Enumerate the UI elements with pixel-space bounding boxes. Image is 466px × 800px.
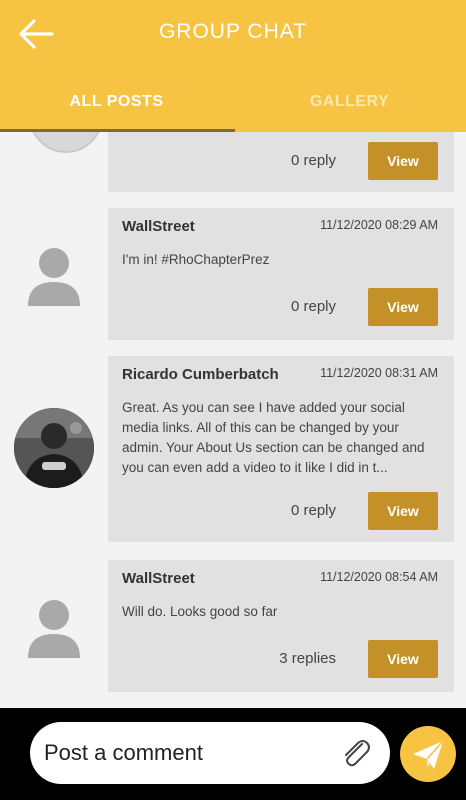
post-author: WallStreet <box>122 218 195 235</box>
post-card: WallStreet 11/12/2020 08:29 AM I'm in! #… <box>108 208 454 340</box>
post-timestamp: 11/12/2020 08:31 AM <box>320 366 438 380</box>
reply-count[interactable]: 0 reply <box>291 298 336 315</box>
comment-input[interactable] <box>44 734 334 772</box>
view-button[interactable]: View <box>368 492 438 530</box>
reply-count[interactable]: 0 reply <box>291 152 336 169</box>
tab-all-posts[interactable]: ALL POSTS <box>0 82 233 132</box>
post-text: I'm in! #RhoChapterPrez <box>122 252 270 267</box>
app-header: GROUP CHAT ALL POSTS GALLERY <box>0 0 466 132</box>
post-timestamp: 11/12/2020 08:54 AM <box>320 570 438 584</box>
post-card: WallStreet 11/12/2020 08:54 AM Will do. … <box>108 560 454 692</box>
comment-bar <box>0 708 466 800</box>
post-author: WallStreet <box>122 570 195 587</box>
paperclip-icon[interactable] <box>340 736 372 770</box>
tab-gallery[interactable]: GALLERY <box>233 82 466 132</box>
post-text: Will do. Looks good so far <box>122 604 278 619</box>
view-button[interactable]: View <box>368 640 438 678</box>
send-button[interactable] <box>400 726 456 782</box>
avatar <box>14 408 94 488</box>
page-title: GROUP CHAT <box>158 20 308 43</box>
view-button[interactable]: View <box>368 288 438 326</box>
post-card: Ricardo Cumberbatch 11/12/2020 08:31 AM … <box>108 356 454 542</box>
view-button[interactable]: View <box>368 142 438 180</box>
reply-count[interactable]: 3 replies <box>279 650 336 667</box>
avatar <box>26 132 106 156</box>
user-silhouette-icon <box>26 596 106 676</box>
post-author: Ricardo Cumberbatch <box>122 366 279 383</box>
post-text: Great. As you can see I have added your … <box>122 400 425 475</box>
reply-count[interactable]: 0 reply <box>291 502 336 519</box>
tab-bar: ALL POSTS GALLERY <box>0 82 466 132</box>
user-silhouette-icon <box>26 244 106 324</box>
post-card: 0 reply View <box>108 132 454 192</box>
post-feed[interactable]: 0 reply View WallStreet 11/12/2020 08:29… <box>0 132 466 708</box>
comment-box <box>30 722 390 784</box>
post-timestamp: 11/12/2020 08:29 AM <box>320 218 438 232</box>
paper-plane-icon <box>413 740 444 769</box>
